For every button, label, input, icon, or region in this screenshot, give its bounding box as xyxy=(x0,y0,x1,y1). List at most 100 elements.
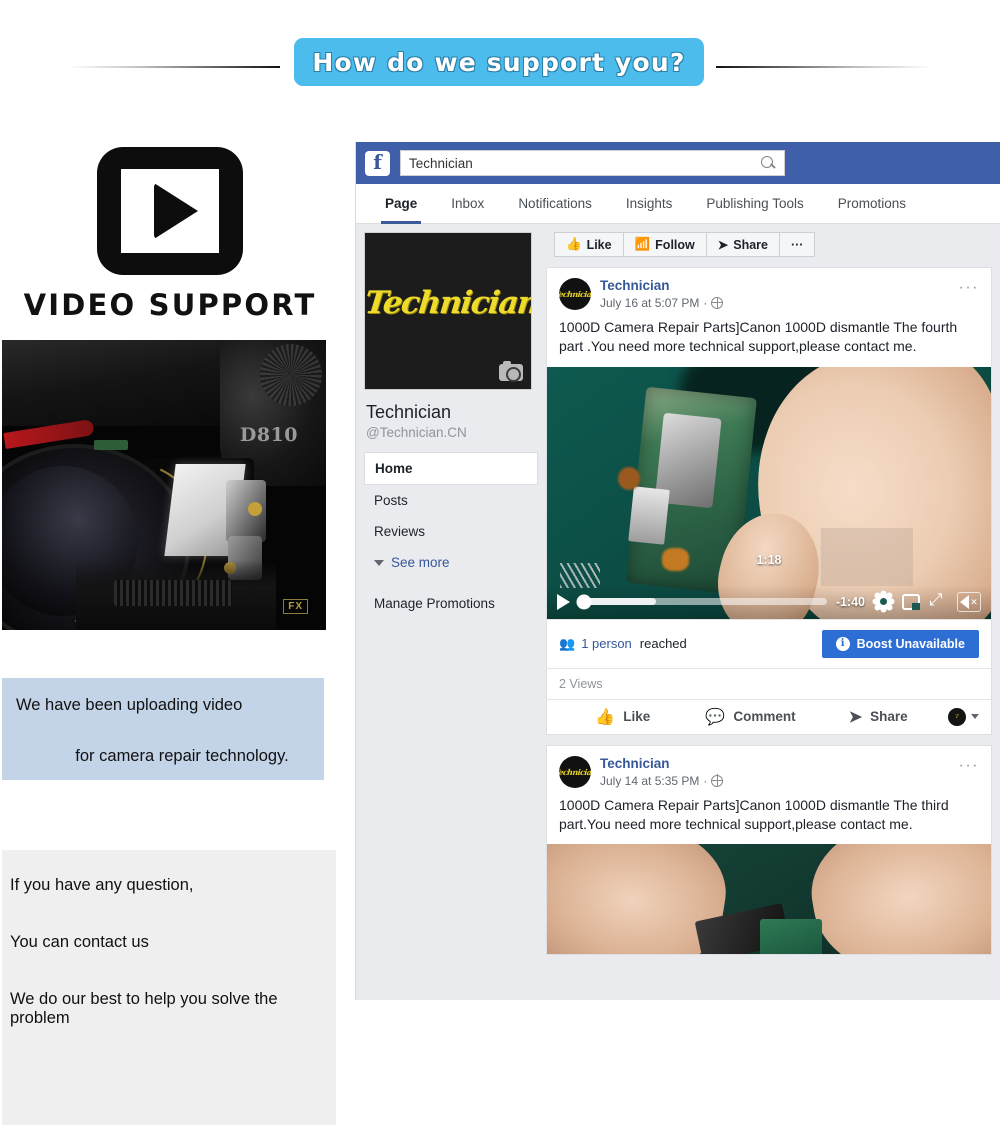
facebook-logo-icon[interactable]: f xyxy=(365,150,390,176)
post-timestamp-row: July 16 at 5:07 PM · xyxy=(600,296,724,310)
contact-line-2: You can contact us xyxy=(10,933,149,951)
tab-page[interactable]: Page xyxy=(368,184,434,224)
avatar-brand-text: Technician xyxy=(559,289,591,299)
video-hand-right xyxy=(801,844,991,955)
post-header: Technician Technician July 16 at 5:07 PM… xyxy=(547,268,991,310)
facebook-tab-bar: Page Inbox Notifications Insights Publis… xyxy=(356,184,1000,224)
boost-unavailable-button[interactable]: i Boost Unavailable xyxy=(821,629,979,658)
sidebar-item-reviews[interactable]: Reviews xyxy=(364,516,538,547)
post-more-options-icon[interactable]: ··· xyxy=(959,757,979,774)
search-input-value: Technician xyxy=(409,155,473,171)
tab-inbox[interactable]: Inbox xyxy=(434,184,501,224)
post-timestamp[interactable]: July 14 at 5:35 PM xyxy=(600,774,699,788)
post-card: Technician Technician July 14 at 5:35 PM… xyxy=(546,744,992,956)
camera-model-label: D810 xyxy=(239,424,298,446)
people-icon: 👥 xyxy=(559,635,575,651)
tab-promotions[interactable]: Promotions xyxy=(821,184,923,224)
avatar-brand-text: T xyxy=(955,713,959,720)
video-scrubber-handle[interactable] xyxy=(576,594,592,610)
post-meta: Technician July 16 at 5:07 PM · xyxy=(600,278,724,310)
page-profile-photo[interactable]: Technician xyxy=(364,232,532,390)
comment-as-avatar[interactable]: T xyxy=(942,707,980,726)
globe-icon xyxy=(711,296,724,309)
post-video-player[interactable]: 1:18 -1:40 ✕ xyxy=(547,366,991,619)
camera-green-pcb xyxy=(94,440,128,450)
video-circuit-board xyxy=(760,919,823,955)
thumbs-up-icon: 👍 xyxy=(566,237,582,251)
page-share-label: Share xyxy=(733,237,768,252)
tab-publishing-tools[interactable]: Publishing Tools xyxy=(689,184,820,224)
page-handle: @Technician.CN xyxy=(366,425,467,440)
camera-icon[interactable] xyxy=(499,361,523,382)
tab-insights[interactable]: Insights xyxy=(609,184,690,224)
settings-gear-icon[interactable] xyxy=(874,592,893,611)
page-title: How do we support you? xyxy=(312,47,686,77)
mute-icon[interactable]: ✕ xyxy=(957,592,981,613)
post-views: 2 Views xyxy=(547,667,991,699)
play-icon[interactable] xyxy=(557,593,570,610)
rss-icon: 📶 xyxy=(634,237,651,251)
post-reach-info: 👥 1 person reached xyxy=(559,636,687,652)
post-reach-count[interactable]: 1 person xyxy=(581,636,632,651)
profile-photo-brand-text: Technician xyxy=(364,285,532,321)
banner-title-pill: How do we support you? xyxy=(294,38,704,86)
page-like-label: Like xyxy=(586,237,612,252)
sidebar-item-posts[interactable]: Posts xyxy=(364,485,538,516)
page-action-bar: 👍 Like 📶 Follow ➤ Share ··· xyxy=(546,224,1000,267)
facebook-body: Technician Technician @Technician.CN Hom… xyxy=(356,224,1000,1000)
post-like-button[interactable]: 👍 Like xyxy=(559,707,687,727)
post-author[interactable]: Technician xyxy=(600,278,723,295)
info-icon: i xyxy=(835,636,850,651)
camera-internals-photo: D810 FX xyxy=(2,340,326,630)
post-author[interactable]: Technician xyxy=(600,756,723,773)
boost-button-label: Boost Unavailable xyxy=(856,636,965,651)
camera-fx-badge: FX xyxy=(283,599,308,614)
post-reach-row: 👥 1 person reached i Boost Unavailable xyxy=(547,618,991,668)
uploading-video-callout: We have been uploading video for camera … xyxy=(2,678,324,780)
uploading-video-line-2: for camera repair technology. xyxy=(75,747,289,765)
post-timestamp[interactable]: July 16 at 5:07 PM xyxy=(600,296,699,310)
sidebar-item-home[interactable]: Home xyxy=(364,452,538,485)
picture-in-picture-icon[interactable] xyxy=(902,592,921,611)
video-support-heading: VIDEO SUPPORT xyxy=(23,288,317,322)
video-overlay-box xyxy=(820,527,914,586)
thumbs-up-icon: 👍 xyxy=(595,708,616,726)
facebook-page-screenshot: f Technician Page Inbox Notifications In… xyxy=(355,142,1000,1000)
contact-line-1: If you have any question, xyxy=(10,876,194,894)
chevron-down-icon xyxy=(374,559,384,566)
play-triangle-icon xyxy=(154,183,198,239)
avatar[interactable]: Technician xyxy=(559,278,591,310)
post-share-button[interactable]: ➤ Share xyxy=(814,707,942,727)
page-like-button[interactable]: 👍 Like xyxy=(555,233,624,256)
post-header: Technician Technician July 14 at 5:35 PM… xyxy=(547,746,991,788)
avatar[interactable]: Technician xyxy=(559,755,591,788)
tab-notifications[interactable]: Notifications xyxy=(501,184,609,224)
post-meta: Technician July 14 at 5:35 PM · xyxy=(600,756,724,788)
search-icon[interactable] xyxy=(761,155,776,171)
camera-dial xyxy=(260,344,322,406)
post-video-player[interactable] xyxy=(547,844,991,955)
page-follow-button[interactable]: 📶 Follow xyxy=(624,233,707,256)
page-share-button[interactable]: ➤ Share xyxy=(707,233,780,256)
mute-x-mark: ✕ xyxy=(970,596,978,607)
video-progress-bar[interactable] xyxy=(576,594,827,610)
post-comment-button[interactable]: 💬 Comment xyxy=(687,707,815,727)
sidebar-see-more[interactable]: See more xyxy=(364,547,538,578)
fullscreen-icon[interactable] xyxy=(929,590,948,611)
contact-line-3: We do our best to help you solve the pro… xyxy=(10,990,278,1027)
sidebar-nav: Home Posts Reviews See more xyxy=(364,452,538,578)
contact-us-callout: If you have any question, You can contac… xyxy=(2,850,336,1125)
video-controls: -1:40 ✕ xyxy=(547,584,991,619)
page-follow-label: Follow xyxy=(655,237,695,252)
post-more-options-icon[interactable]: ··· xyxy=(959,280,979,296)
video-play-icon-inner xyxy=(121,169,219,253)
sidebar-item-manage-promotions[interactable]: Manage Promotions xyxy=(364,578,538,611)
search-input[interactable]: Technician xyxy=(400,150,785,176)
chevron-down-icon xyxy=(971,714,980,720)
video-remaining-time: -1:40 xyxy=(835,594,865,609)
speaker-icon xyxy=(960,595,970,610)
avatar: T xyxy=(948,707,967,726)
post-timestamp-row: July 14 at 5:35 PM · xyxy=(600,774,724,788)
page-more-options-button[interactable]: ··· xyxy=(780,233,815,256)
globe-icon xyxy=(711,774,724,787)
